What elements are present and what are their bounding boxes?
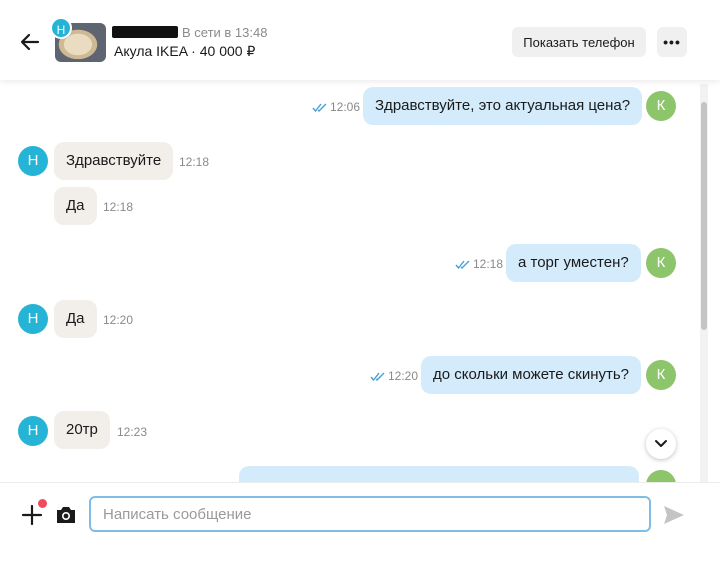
more-options-button[interactable]: •••: [657, 27, 687, 57]
message-bubble-outgoing: а торг уместен?: [506, 244, 641, 282]
user-avatar-partial: [646, 470, 676, 482]
message-bubble-incoming: Да: [54, 300, 97, 338]
message-time: 12:20: [103, 313, 134, 327]
message-bubble-outgoing: до скольки можете скинуть?: [421, 356, 642, 394]
read-ticks-icon: [370, 372, 385, 381]
seller-avatar: Н: [18, 304, 48, 334]
camera-icon[interactable]: [55, 505, 77, 525]
message-input[interactable]: [89, 496, 651, 532]
message-time: 12:06: [330, 100, 361, 114]
message-bubble-incoming: 20тр: [54, 411, 110, 449]
message-bubble-outgoing: Здравствуйте, это актуальная цена?: [363, 87, 643, 125]
online-status: В сети в 13:48: [182, 25, 268, 40]
send-icon[interactable]: [662, 504, 686, 526]
seller-avatar: Н: [18, 416, 48, 446]
message-time: 12:18: [179, 155, 210, 169]
read-ticks-icon: [455, 260, 470, 269]
seller-avatar: Н: [18, 146, 48, 176]
read-ticks-icon: [312, 103, 327, 112]
message-bubble-outgoing-partial: [239, 466, 639, 482]
user-avatar: К: [646, 248, 676, 278]
message-bubble-incoming: Да: [54, 187, 97, 225]
user-avatar: К: [646, 360, 676, 390]
message-time: 12:18: [473, 257, 504, 271]
user-avatar: К: [646, 91, 676, 121]
chevron-down-icon: [655, 439, 667, 447]
back-arrow-icon[interactable]: [18, 30, 42, 54]
seller-avatar-badge: Н: [50, 17, 72, 39]
message-time: 12:18: [103, 200, 134, 214]
listing-title[interactable]: Акула IKEA · 40 000 ₽: [114, 43, 255, 60]
message-time: 12:20: [388, 369, 419, 383]
scroll-to-bottom-button[interactable]: [646, 429, 676, 459]
message-list[interactable]: 12:06 Здравствуйте, это актуальная цена?…: [0, 80, 720, 482]
message-bubble-incoming: Здравствуйте: [54, 142, 174, 180]
notification-dot: [38, 499, 47, 508]
seller-name-redacted: [112, 26, 178, 38]
show-phone-button[interactable]: Показать телефон: [512, 27, 646, 57]
chat-header: Н В сети в 13:48 Акула IKEA · 40 000 ₽ П…: [0, 0, 720, 80]
message-time: 12:23: [117, 425, 148, 439]
scrollbar-thumb[interactable]: [701, 102, 707, 330]
